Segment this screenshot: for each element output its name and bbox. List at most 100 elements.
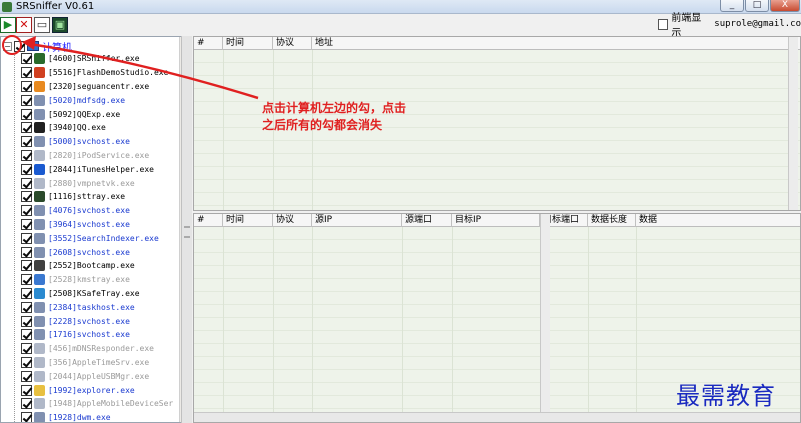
process-label: [2880]vmpnetvk.exe — [48, 178, 135, 188]
diamond-icon — [34, 260, 45, 272]
close-button[interactable]: X — [770, 0, 800, 12]
col-index[interactable]: # — [194, 214, 223, 227]
process-item[interactable]: [456]mDNSResponder.exe — [21, 342, 181, 356]
process-checkbox[interactable] — [21, 343, 32, 355]
process-item[interactable]: [4076]svchost.exe — [21, 204, 181, 218]
process-item[interactable]: [2384]taskhost.exe — [21, 300, 181, 314]
topmost-label: 前端显示 — [671, 13, 702, 39]
process-label: [1928]dwm.exe — [48, 413, 111, 423]
process-checkbox[interactable] — [21, 67, 32, 79]
window-icon — [34, 232, 45, 244]
col-data[interactable]: 数据 — [636, 214, 800, 227]
process-checkbox[interactable] — [21, 287, 32, 299]
col-source-port[interactable]: 源端口 — [402, 214, 452, 227]
minimize-button[interactable]: _ — [720, 0, 744, 12]
process-item[interactable]: [2880]vmpnetvk.exe — [21, 176, 181, 190]
process-label: [3940]QQ.exe — [48, 123, 106, 133]
process-checkbox[interactable] — [21, 301, 32, 313]
process-checkbox[interactable] — [21, 191, 32, 203]
process-checkbox[interactable] — [21, 149, 32, 161]
col-dest-ip[interactable]: 目标IP — [452, 214, 540, 227]
start-capture-button[interactable]: ▶ — [0, 17, 16, 33]
maximize-button[interactable]: □ — [745, 0, 769, 12]
col-address[interactable]: 地址 — [312, 37, 800, 50]
col-data-length[interactable]: 数据长度 — [588, 214, 636, 227]
col-source-ip[interactable]: 源IP — [312, 214, 402, 227]
process-checkbox[interactable] — [21, 274, 32, 286]
process-checkbox[interactable] — [21, 370, 32, 382]
process-item[interactable]: [1948]AppleMobileDeviceSer — [21, 397, 181, 411]
process-checkbox[interactable] — [21, 122, 32, 134]
process-item[interactable]: [2508]KSafeTray.exe — [21, 287, 181, 301]
process-item[interactable]: [2528]kmstray.exe — [21, 273, 181, 287]
process-checkbox[interactable] — [21, 356, 32, 368]
process-checkbox[interactable] — [21, 108, 32, 120]
splitter-grip-icon[interactable] — [184, 226, 190, 238]
process-item[interactable]: [3940]QQ.exe — [21, 121, 181, 135]
process-item[interactable]: [2552]Bootcamp.exe — [21, 259, 181, 273]
process-item[interactable]: [5000]svchost.exe — [21, 135, 181, 149]
process-item[interactable]: [2820]iPodService.exe — [21, 149, 181, 163]
topmost-option[interactable]: 前端显示 suprole@gmail.co — [658, 13, 801, 39]
process-item[interactable]: [5092]QQExp.exe — [21, 107, 181, 121]
col-protocol[interactable]: 协议 — [273, 37, 312, 50]
process-checkbox[interactable] — [21, 177, 32, 189]
process-item[interactable]: [5516]FlashDemoStudio.exe — [21, 66, 181, 80]
process-item[interactable]: [2320]seguancentr.exe — [21, 80, 181, 94]
process-checkbox[interactable] — [21, 398, 32, 410]
window-icon — [34, 205, 45, 217]
process-checkbox[interactable] — [21, 53, 32, 65]
topmost-checkbox[interactable] — [658, 18, 669, 30]
process-checkbox[interactable] — [21, 260, 32, 272]
top-grid-scrollbar[interactable] — [788, 37, 798, 210]
col-time[interactable]: 时间 — [223, 214, 273, 227]
root-checkbox[interactable] — [14, 40, 25, 52]
process-item[interactable]: [2228]svchost.exe — [21, 314, 181, 328]
process-label: [2384]taskhost.exe — [48, 302, 135, 312]
process-item[interactable]: [3964]svchost.exe — [21, 218, 181, 232]
col-time[interactable]: 时间 — [223, 37, 273, 50]
process-label: [2044]AppleUSBMgr.exe — [48, 371, 150, 381]
process-checkbox[interactable] — [21, 329, 32, 341]
tray-icon — [34, 274, 45, 286]
app-icon — [2, 2, 12, 12]
process-item[interactable]: [1716]svchost.exe — [21, 328, 181, 342]
col-protocol[interactable]: 协议 — [273, 214, 312, 227]
connection-grid-header: # 时间 协议 地址 — [194, 37, 800, 50]
computer-icon — [27, 41, 39, 51]
packet-grid-hscrollbar[interactable] — [194, 412, 800, 422]
process-item[interactable]: [5020]mdfsdg.exe — [21, 93, 181, 107]
process-checkbox[interactable] — [21, 232, 32, 244]
panel-splitter[interactable] — [181, 36, 192, 423]
process-checkbox[interactable] — [21, 315, 32, 327]
process-item[interactable]: [3552]SearchIndexer.exe — [21, 231, 181, 245]
process-item[interactable]: [1992]explorer.exe — [21, 383, 181, 397]
process-item[interactable]: [2608]svchost.exe — [21, 245, 181, 259]
process-item[interactable]: [1928]dwm.exe — [21, 411, 181, 423]
process-label: [1716]svchost.exe — [48, 330, 130, 340]
save-button[interactable]: ▭ — [34, 17, 50, 33]
col-index[interactable]: # — [194, 37, 223, 50]
process-checkbox[interactable] — [21, 163, 32, 175]
process-checkbox[interactable] — [21, 412, 32, 422]
process-checkbox[interactable] — [21, 94, 32, 106]
process-item[interactable]: [2844]iTunesHelper.exe — [21, 162, 181, 176]
process-item[interactable]: [1116]sttray.exe — [21, 190, 181, 204]
process-checkbox[interactable] — [21, 205, 32, 217]
process-checkbox[interactable] — [21, 246, 32, 258]
toolbar: ▶ ✕ ▭ ▣ 前端显示 suprole@gmail.co — [0, 13, 801, 39]
process-checkbox[interactable] — [21, 384, 32, 396]
process-item[interactable]: [356]AppleTimeSrv.exe — [21, 356, 181, 370]
stop-capture-button[interactable]: ✕ — [16, 17, 32, 33]
collapse-icon[interactable]: − — [3, 41, 12, 51]
process-checkbox[interactable] — [21, 80, 32, 92]
process-tree[interactable]: − 计算机 [4600]SRSniffer.exe [5516]FlashDemo… — [0, 36, 191, 423]
tree-root-computer[interactable]: − 计算机 — [3, 39, 72, 54]
process-checkbox[interactable] — [21, 136, 32, 148]
image-button[interactable]: ▣ — [52, 17, 68, 33]
process-item[interactable]: [4600]SRSniffer.exe — [21, 52, 181, 66]
window-icon — [34, 412, 45, 422]
process-checkbox[interactable] — [21, 218, 32, 230]
annotation-line-2: 之后所有的勾都会消失 — [262, 118, 383, 132]
process-item[interactable]: [2044]AppleUSBMgr.exe — [21, 369, 181, 383]
